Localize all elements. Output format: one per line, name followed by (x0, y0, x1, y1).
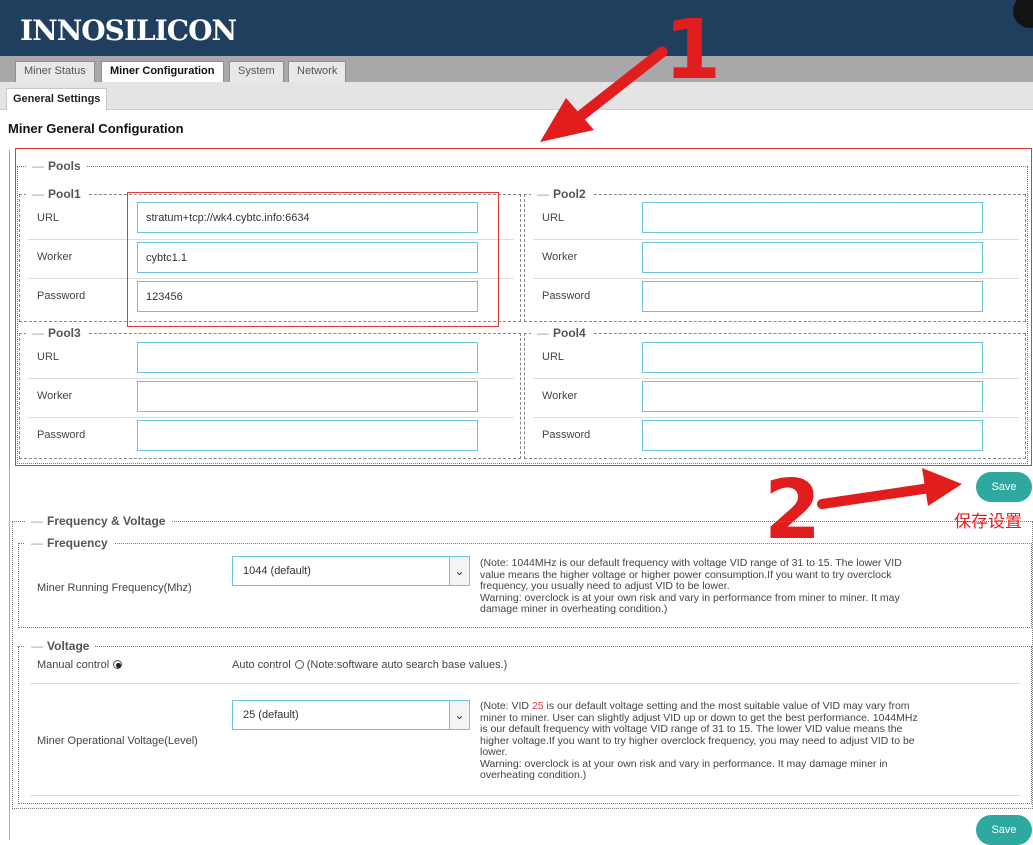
auto-control-note: (Note:software auto search base values.) (306, 659, 508, 671)
save-button-top[interactable]: Save (976, 472, 1032, 502)
voltage-note-line: lower. (480, 746, 508, 758)
freq-voltage-legend: — Frequency & Voltage (25, 514, 172, 528)
manual-control-option[interactable]: Manual control (37, 659, 123, 671)
voltage-row-divider (30, 683, 1020, 684)
frequency-select-value: 1044 (default) (243, 565, 311, 577)
manual-control-label: Manual control (37, 659, 110, 671)
voltage-row-divider (30, 795, 1020, 796)
voltage-note-line: overheating condition.) (480, 769, 587, 781)
frequency-note: (Note: 1044MHz is our default frequency … (480, 557, 930, 616)
frequency-select[interactable]: 1044 (default) ⌄ (232, 556, 470, 586)
frequency-note-line: (Note: 1044MHz is our default frequency … (480, 557, 902, 569)
voltage-note-line: higher voltage.If you want to try higher… (480, 734, 915, 747)
arrow-icon (540, 46, 668, 142)
voltage-note-line: (Note: VID 25 is our default voltage set… (480, 700, 910, 712)
voltage-select-value: 25 (default) (243, 709, 299, 721)
voltage-note: (Note: VID 25 is our default voltage set… (480, 700, 950, 782)
auto-control-label: Auto control (232, 659, 291, 671)
arrow-icon (817, 468, 962, 509)
voltage-label: Miner Operational Voltage(Level) (37, 735, 198, 747)
auto-control-radio[interactable] (294, 660, 304, 669)
chevron-down-icon[interactable]: ⌄ (449, 701, 469, 729)
frequency-note-line: frequency, you usually need to adjust VI… (480, 580, 730, 592)
manual-control-radio[interactable] (113, 660, 123, 669)
frequency-note-line: damage miner in overheating condition.) (480, 603, 668, 615)
voltage-select[interactable]: 25 (default) ⌄ (232, 700, 470, 730)
frequency-label: Miner Running Frequency(Mhz) (37, 582, 192, 594)
frequency-legend: — Frequency (25, 536, 114, 550)
voltage-note-line: is our default frequency with voltage VI… (480, 723, 903, 735)
auto-control-option[interactable]: Auto control (Note:software auto search … (232, 659, 507, 671)
voltage-legend: — Voltage (25, 639, 96, 653)
chevron-down-icon[interactable]: ⌄ (449, 557, 469, 585)
